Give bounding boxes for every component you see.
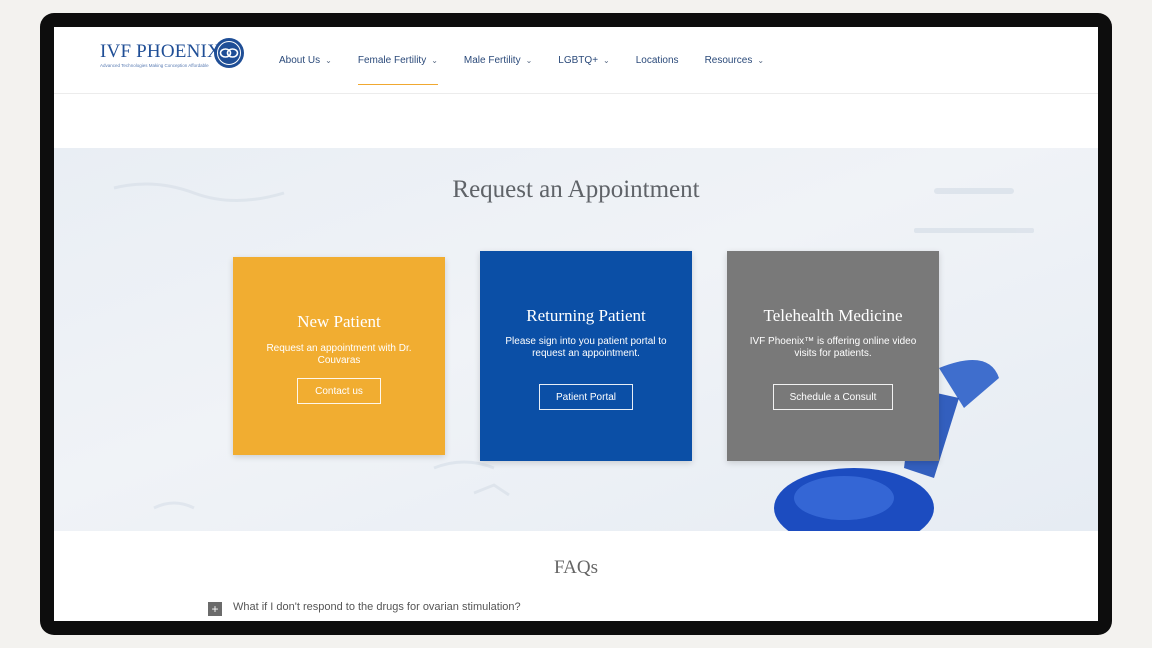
card-title: Telehealth Medicine	[763, 306, 903, 325]
chevron-down-icon: ⌄	[431, 55, 438, 65]
browser-viewport: IVF PHOENIX® Advanced Technologies Makin…	[54, 27, 1098, 621]
faq-item[interactable]: + What if I don't respond to the drugs f…	[208, 599, 964, 621]
schedule-consult-button[interactable]: Schedule a Consult	[773, 384, 893, 410]
card-title: Returning Patient	[526, 306, 646, 325]
chevron-down-icon: ⌄	[325, 55, 332, 65]
card-description: Request an appointment with Dr. Couvaras	[266, 343, 412, 366]
brand-tagline: Advanced Technologies Making Conception …	[100, 63, 209, 68]
nav-label: Male Fertility	[463, 54, 521, 66]
patient-portal-button[interactable]: Patient Portal	[539, 384, 633, 410]
nav-label: About Us	[279, 54, 321, 66]
nav-female-fertility[interactable]: Female Fertility ⌄	[357, 27, 438, 93]
returning-patient-card: Returning Patient Please sign into you p…	[480, 251, 692, 461]
card-description: IVF Phoenix™ is offering online video vi…	[749, 336, 917, 359]
brand-name: IVF PHOENIX®	[100, 41, 226, 62]
card-description: Please sign into you patient portal to r…	[505, 336, 667, 359]
faq-question: What if I don't respond to the drugs for…	[233, 601, 521, 613]
nav-locations[interactable]: Locations	[636, 27, 679, 93]
chevron-down-icon: ⌄	[757, 55, 765, 65]
device-frame: IVF PHOENIX® Advanced Technologies Makin…	[40, 13, 1112, 635]
phoenix-logo-icon	[214, 38, 244, 68]
nav-label: Locations	[635, 54, 679, 66]
faq-title: FAQs	[554, 557, 598, 578]
nav-male-fertility[interactable]: Male Fertility ⌄	[464, 27, 532, 93]
nav-resources[interactable]: Resources ⌄	[705, 27, 765, 93]
new-patient-card: New Patient Request an appointment with …	[233, 257, 445, 455]
chevron-down-icon: ⌄	[603, 55, 610, 65]
nav-label: Female Fertility	[357, 54, 427, 66]
brand-logo[interactable]: IVF PHOENIX® Advanced Technologies Makin…	[100, 37, 245, 73]
nav-label: LGBTQ+	[558, 54, 599, 66]
telehealth-card: Telehealth Medicine IVF Phoenix™ is offe…	[727, 251, 939, 461]
plus-icon[interactable]: +	[208, 602, 222, 616]
section-title: Request an Appointment	[452, 176, 700, 203]
site-header: IVF PHOENIX® Advanced Technologies Makin…	[54, 27, 1098, 94]
main-navigation: About Us ⌄ Female Fertility ⌄ Male Ferti…	[279, 27, 790, 93]
card-title: New Patient	[297, 312, 381, 331]
appointment-hero: Request an Appointment New Patient Reque…	[54, 148, 1098, 531]
chevron-down-icon: ⌄	[525, 55, 533, 65]
nav-label: Resources	[704, 54, 753, 66]
contact-us-button[interactable]: Contact us	[297, 378, 381, 404]
nav-about-us[interactable]: About Us ⌄	[279, 27, 332, 93]
nav-lgbtq[interactable]: LGBTQ+ ⌄	[558, 27, 609, 93]
